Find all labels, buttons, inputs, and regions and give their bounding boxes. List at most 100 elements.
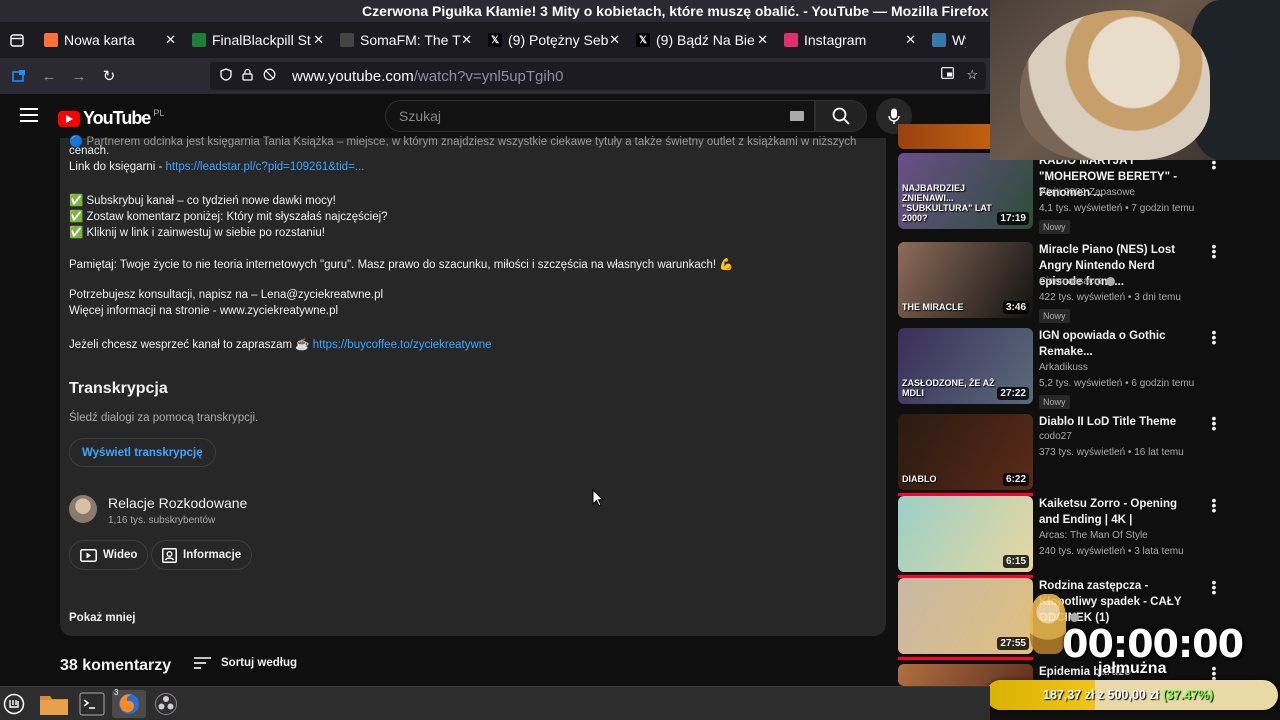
tab-label: (9) Bądź Na Bie: [656, 32, 755, 48]
tab-label: FinalBlackpill St: [212, 32, 311, 48]
forward-button[interactable]: →: [64, 61, 94, 91]
video-duration: 6:22: [1002, 473, 1029, 486]
video-channel[interactable]: Wojti 2000 Zapasowe: [1039, 187, 1135, 198]
back-arrow-icon: ←: [41, 67, 57, 85]
video-icon: [80, 548, 97, 562]
video-thumbnail[interactable]: 27:55: [898, 578, 1033, 654]
webcam-overlay: [990, 0, 1280, 160]
terminal-icon[interactable]: [78, 690, 106, 718]
tab-label: SomaFM: The T: [360, 32, 461, 48]
youtube-logo[interactable]: YouTube PL: [58, 108, 164, 129]
tab-4[interactable]: 𝕏 (9) Potężny Seb ✕: [478, 22, 626, 58]
url-text[interactable]: www.youtube.com/watch?v=ynl5upTgih0: [292, 68, 563, 85]
video-title[interactable]: IGN opowiada o Gothic Remake...: [1039, 328, 1199, 360]
tab-1[interactable]: Nowa karta ✕: [34, 22, 182, 58]
related-video[interactable]: 6:15 Kaiketsu Zorro - Opening and Ending …: [898, 493, 1228, 578]
related-video[interactable]: THE MIRACLE 3:46 Miracle Piano (NES) Lost …: [898, 239, 1228, 323]
tab-list-button[interactable]: [0, 22, 34, 58]
video-duration: 27:22: [997, 387, 1029, 400]
video-meta: 240 tys. wyświetleń • 3 lata temu: [1039, 546, 1184, 557]
sidebar-toggle-button[interactable]: [4, 61, 34, 91]
more-actions-icon[interactable]: •••: [1209, 493, 1219, 517]
picture-in-picture-icon[interactable]: [941, 67, 955, 83]
video-channel[interactable]: Cinemassacre: [1039, 276, 1115, 287]
keyboard-icon[interactable]: [790, 111, 804, 121]
search-button[interactable]: [815, 100, 867, 132]
channel-name[interactable]: Relacje Rozkodowane: [108, 495, 247, 511]
video-thumbnail[interactable]: ZASŁODZONE, ŻE AŻ MDLI 27:22: [898, 328, 1033, 404]
video-channel[interactable]: Arcas: The Man Of Style: [1039, 530, 1148, 541]
tab-2[interactable]: FinalBlackpill St ✕: [182, 22, 330, 58]
somafm-icon: [340, 33, 354, 47]
video-thumbnail[interactable]: THE MIRACLE 3:46: [898, 242, 1033, 318]
more-actions-icon[interactable]: •••: [1209, 325, 1219, 349]
tab-6[interactable]: Instagram ✕: [774, 22, 922, 58]
video-thumbnail[interactable]: 6:15: [898, 496, 1033, 572]
channel-subscribers: 1,16 tys. subskrybentów: [108, 515, 216, 526]
related-video[interactable]: DIABLO 6:22 Diablo II LoD Title Theme codo2…: [898, 411, 1228, 496]
more-actions-icon[interactable]: •••: [1209, 411, 1219, 435]
files-icon[interactable]: [38, 690, 70, 718]
tracking-shield-icon[interactable]: [220, 68, 232, 84]
channel-avatar[interactable]: [69, 495, 97, 523]
channel-about-button[interactable]: Informacje: [151, 540, 253, 570]
mint-menu-icon[interactable]: [2, 690, 26, 718]
bookstore-link[interactable]: https://leadstar.pl/c?pid=109261&tid=...: [166, 161, 365, 173]
transcript-heading: Transkrypcja: [69, 380, 168, 397]
bookmark-star-icon[interactable]: ☆: [966, 67, 978, 83]
donation-goal-text: 187,37 zł z 500,00 zł (37.47%): [1043, 688, 1214, 702]
video-thumbnail[interactable]: NAJBARDZIEJ ZNIENAWI... "SUBKULTURA" LAT…: [898, 153, 1033, 229]
close-tab-icon[interactable]: ✕: [313, 32, 324, 48]
tab-3[interactable]: SomaFM: The T ✕: [330, 22, 478, 58]
close-tab-icon[interactable]: ✕: [461, 32, 472, 48]
padlock-icon[interactable]: [242, 68, 253, 84]
autoplay-blocked-icon[interactable]: [263, 68, 276, 84]
url-bar[interactable]: www.youtube.com/watch?v=ynl5upTgih0 ☆: [210, 62, 986, 90]
instagram-icon: [784, 33, 798, 47]
reload-button[interactable]: ↻: [94, 61, 124, 91]
video-description: 🔵 Partnerem odcinka jest księgarnia Tani…: [60, 136, 886, 636]
more-actions-icon[interactable]: •••: [1209, 239, 1219, 263]
youtube-play-icon: [58, 110, 80, 127]
sidebar-icon: [12, 70, 25, 82]
related-video[interactable]: NAJBARDZIEJ ZNIENAWI... "SUBKULTURA" LAT…: [898, 150, 1228, 234]
show-less-button[interactable]: Pokaż mniej: [69, 612, 135, 624]
close-tab-icon[interactable]: ✕: [165, 32, 176, 48]
video-meta: 422 tys. wyświetleń • 3 dni temu: [1039, 292, 1181, 303]
forward-arrow-icon: →: [71, 67, 87, 85]
x-icon: 𝕏: [488, 33, 502, 47]
screen: Czerwona Pigułka Kłamie! 3 Mity o kobiet…: [0, 0, 1280, 720]
channel-videos-button[interactable]: Wideo: [69, 540, 149, 570]
obs-icon[interactable]: [152, 690, 180, 718]
video-channel[interactable]: codo27: [1039, 431, 1072, 442]
tab-5[interactable]: 𝕏 (9) Bądź Na Bie ✕: [626, 22, 774, 58]
desktop-taskbar: 3: [0, 686, 990, 720]
close-tab-icon[interactable]: ✕: [609, 32, 620, 48]
video-title[interactable]: Diablo II LoD Title Theme: [1039, 414, 1199, 430]
donation-label: jałmużna: [1098, 660, 1167, 677]
close-tab-icon[interactable]: ✕: [757, 32, 768, 48]
show-transcript-button[interactable]: Wyświetl transkrypcję: [69, 438, 216, 467]
sort-comments-button[interactable]: Sortuj według: [194, 657, 297, 669]
transcript-subtitle: Śledź dialogi za pomocą transkrypcji.: [69, 412, 259, 424]
search-icon: [832, 107, 850, 125]
search-input[interactable]: [399, 108, 759, 124]
firefox-taskbar-icon[interactable]: 3: [112, 688, 146, 718]
guide-menu-button[interactable]: [20, 108, 38, 122]
tab-7[interactable]: Wykop: [922, 22, 982, 58]
mascot-image: [1030, 594, 1066, 654]
more-actions-icon[interactable]: •••: [1209, 661, 1219, 685]
video-channel[interactable]: Arkadikuss: [1039, 362, 1088, 373]
more-actions-icon[interactable]: •••: [1209, 575, 1219, 599]
buycoffee-link[interactable]: https://buycoffee.to/zyciekreatywne: [313, 339, 492, 351]
video-thumbnail[interactable]: DIABLO 6:22: [898, 414, 1033, 490]
video-meta: 5,2 tys. wyświetleń • 6 godzin temu: [1039, 378, 1195, 389]
youtube-header: YouTube PL: [0, 94, 990, 138]
back-button[interactable]: ←: [34, 61, 64, 91]
description-consult-line: Potrzebujesz konsultacji, napisz na – Le…: [69, 289, 384, 301]
search-box: [385, 100, 815, 132]
video-title[interactable]: Kaiketsu Zorro - Opening and Ending | 4K…: [1039, 496, 1199, 528]
new-badge: Nowy: [1039, 395, 1070, 409]
close-tab-icon[interactable]: ✕: [905, 32, 916, 48]
related-video[interactable]: ZASŁODZONE, ŻE AŻ MDLI 27:22 IGN opowiada …: [898, 325, 1228, 409]
